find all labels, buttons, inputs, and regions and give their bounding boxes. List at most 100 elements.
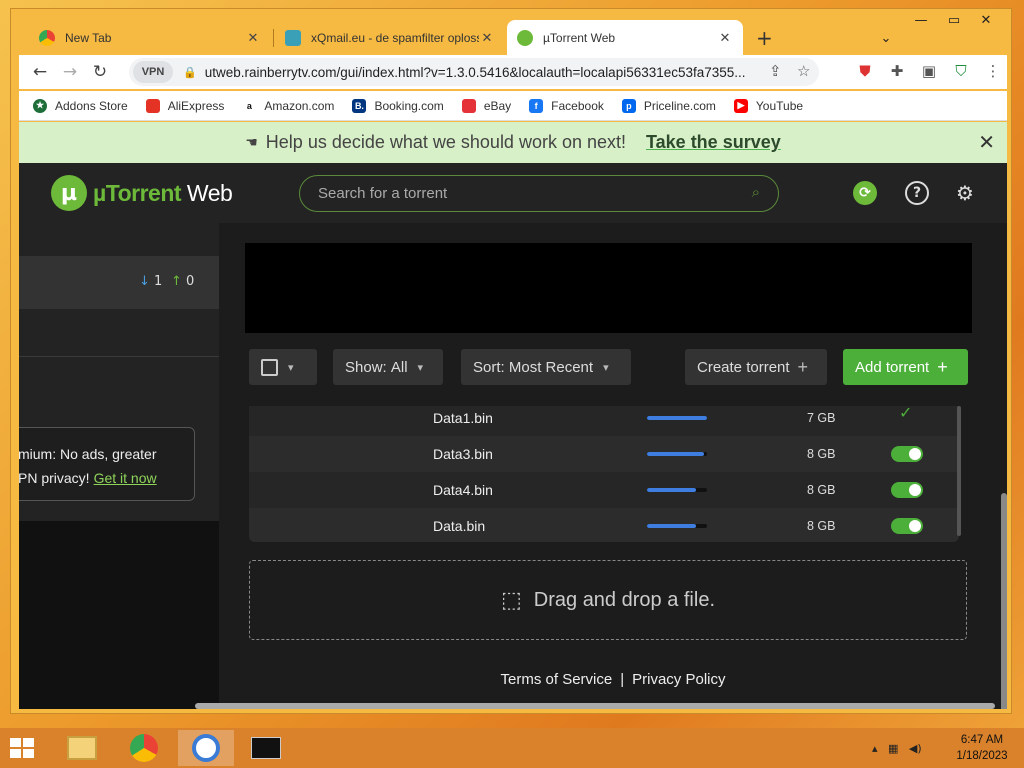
list-scrollbar[interactable]	[957, 406, 961, 536]
help-icon[interactable]: ?	[905, 181, 929, 205]
back-button[interactable]: ←	[25, 62, 55, 82]
page-scrollbar[interactable]	[1001, 493, 1007, 709]
progress-bar	[647, 452, 707, 456]
window-close-button[interactable]: ✕	[971, 13, 1001, 28]
address-bar[interactable]: VPN 🔒 utweb.rainberrytv.com/gui/index.ht…	[129, 58, 819, 86]
chrome-icon	[130, 734, 158, 762]
torrent-toggle[interactable]	[891, 446, 923, 462]
torrent-search-input[interactable]: Search for a torrent ⌕	[299, 175, 779, 212]
tab-utorrent[interactable]: µTorrent Web ✕	[507, 20, 743, 55]
torrent-row[interactable]: Data.bin 8 GB	[249, 508, 959, 542]
upload-count-value: 0	[186, 274, 195, 289]
page-footer: Terms of Service | Privacy Policy	[219, 671, 1007, 688]
close-icon[interactable]: ✕	[978, 130, 995, 155]
utorrent-icon: µ	[51, 175, 87, 211]
terminal-taskbar-button[interactable]	[238, 730, 294, 766]
tab-xqmail[interactable]: xQmail.eu - de spamfilter oploss ✕	[275, 20, 505, 55]
torrent-size: 8 GB	[807, 483, 836, 497]
torrent-list: Data1.bin 7 GB ✓ Data3.bin 8 GB Data4.bi…	[249, 406, 959, 542]
bookmark-label: Priceline.com	[643, 98, 716, 113]
maximize-button[interactable]: ▭	[939, 13, 969, 28]
bookmark-ebay[interactable]: eBay	[461, 98, 511, 113]
tab-search-icon[interactable]: ⌄	[871, 31, 901, 46]
torrent-toggle[interactable]	[891, 518, 923, 534]
select-all-dropdown[interactable]: ▾	[249, 349, 317, 385]
reload-button[interactable]: ↻	[85, 62, 115, 82]
lock-icon[interactable]: 🔒	[183, 66, 197, 79]
select-all-checkbox[interactable]	[261, 358, 278, 376]
bookmark-star-icon[interactable]: ☆	[797, 62, 810, 80]
bookmark-amazon[interactable]: a Amazon.com	[242, 98, 335, 113]
new-tab-button[interactable]: +	[756, 26, 773, 50]
chrome-taskbar-button[interactable]	[116, 730, 172, 766]
vpn-badge[interactable]: VPN	[133, 61, 173, 83]
bookmark-youtube[interactable]: ▶ YouTube	[733, 98, 803, 113]
side-panel-icon[interactable]: ▣	[919, 62, 939, 82]
horizontal-scrollbar[interactable]	[195, 703, 995, 709]
clock[interactable]: 6:47 AM 1/18/2023	[950, 732, 1014, 764]
close-icon[interactable]: ✕	[245, 30, 261, 46]
share-icon[interactable]: ⇪	[769, 62, 782, 80]
survey-banner: ☚ Help us decide what we should work on …	[19, 122, 1007, 163]
aliexpress-icon	[145, 98, 160, 113]
bookmark-aliexpress[interactable]: AliExpress	[145, 98, 225, 113]
privacy-link[interactable]: Privacy Policy	[632, 671, 725, 688]
bookmark-booking[interactable]: B. Booking.com	[352, 98, 444, 113]
utorrent-icon	[517, 29, 533, 46]
app-icon	[192, 734, 220, 762]
get-it-now-link[interactable]: Get it now	[94, 470, 157, 486]
promo-line-2-text: PN privacy!	[19, 470, 90, 486]
system-tray[interactable]: ▴ ▦ ◀)	[872, 742, 922, 755]
drag-drop-icon: ⬚	[500, 587, 522, 612]
survey-link[interactable]: Take the survey	[646, 132, 781, 153]
promo-line-1: mium: No ads, greater	[19, 446, 157, 462]
page-viewport: ☚ Help us decide what we should work on …	[19, 122, 1007, 709]
menu-icon[interactable]: ⋮	[983, 62, 1003, 82]
bookmark-priceline[interactable]: p Priceline.com	[621, 98, 716, 113]
torrent-row[interactable]: Data4.bin 8 GB	[249, 472, 959, 508]
show-filter-dropdown[interactable]: Show: All ▾	[333, 349, 443, 385]
browser-window: New Tab ✕ xQmail.eu - de spamfilter oplo…	[10, 8, 1012, 714]
sidebar-empty-area	[19, 521, 219, 709]
progress-bar	[647, 416, 707, 420]
file-dropzone[interactable]: ⬚ Drag and drop a file.	[249, 560, 967, 640]
bookmark-facebook[interactable]: f Facebook	[529, 98, 604, 113]
file-explorer-taskbar-button[interactable]	[54, 730, 110, 766]
wave-icon: ☚	[245, 134, 258, 150]
create-torrent-button[interactable]: Create torrent +	[685, 349, 827, 385]
progress-bar	[647, 488, 707, 492]
torrent-size: 7 GB	[807, 411, 836, 425]
shield-extension-icon[interactable]: ⛊	[855, 62, 875, 82]
security-extension-icon[interactable]: ⛉	[951, 62, 971, 82]
facebook-icon: f	[529, 98, 544, 113]
start-button[interactable]	[10, 738, 36, 760]
bookmark-label: Amazon.com	[264, 98, 335, 113]
settings-gear-icon[interactable]: ⚙	[953, 181, 977, 205]
logo-brand: µTorrent	[93, 179, 182, 206]
sidebar-transfer-stats[interactable]: ↓ 1 ↑ 0	[19, 256, 219, 309]
close-icon[interactable]: ✕	[479, 30, 495, 46]
torrent-row[interactable]: Data3.bin 8 GB	[249, 436, 959, 472]
upload-count: ↑ 0	[171, 274, 195, 289]
forward-button[interactable]: →	[55, 62, 85, 82]
close-icon[interactable]: ✕	[717, 30, 733, 46]
tab-new-tab[interactable]: New Tab ✕	[29, 20, 271, 55]
add-torrent-button[interactable]: Add torrent +	[843, 349, 968, 385]
addons-store-icon: ★	[33, 98, 47, 113]
torrent-row[interactable]: Data1.bin 7 GB ✓	[249, 406, 959, 436]
search-icon[interactable]: ⌕	[752, 184, 760, 201]
url-text[interactable]: utweb.rainberrytv.com/gui/index.html?v=1…	[205, 65, 775, 80]
bookmark-label: AliExpress	[167, 98, 225, 113]
logo-text: µTorrent Web	[93, 179, 233, 207]
sort-dropdown[interactable]: Sort: Most Recent ▾	[461, 349, 631, 385]
terms-link[interactable]: Terms of Service	[501, 671, 613, 688]
extensions-icon[interactable]: ✚	[887, 62, 907, 82]
progress-fill	[647, 524, 697, 528]
utorrent-logo[interactable]: µ µTorrent Web	[51, 175, 233, 211]
torrent-toggle[interactable]	[891, 482, 923, 498]
remote-access-icon[interactable]: ⟳	[853, 181, 877, 205]
minimize-button[interactable]: —	[906, 13, 936, 28]
promo-line-2: PN privacy! Get it now	[19, 466, 194, 490]
app-taskbar-button[interactable]	[178, 730, 234, 766]
bookmark-addons-store[interactable]: ★ Addons Store	[33, 98, 128, 113]
